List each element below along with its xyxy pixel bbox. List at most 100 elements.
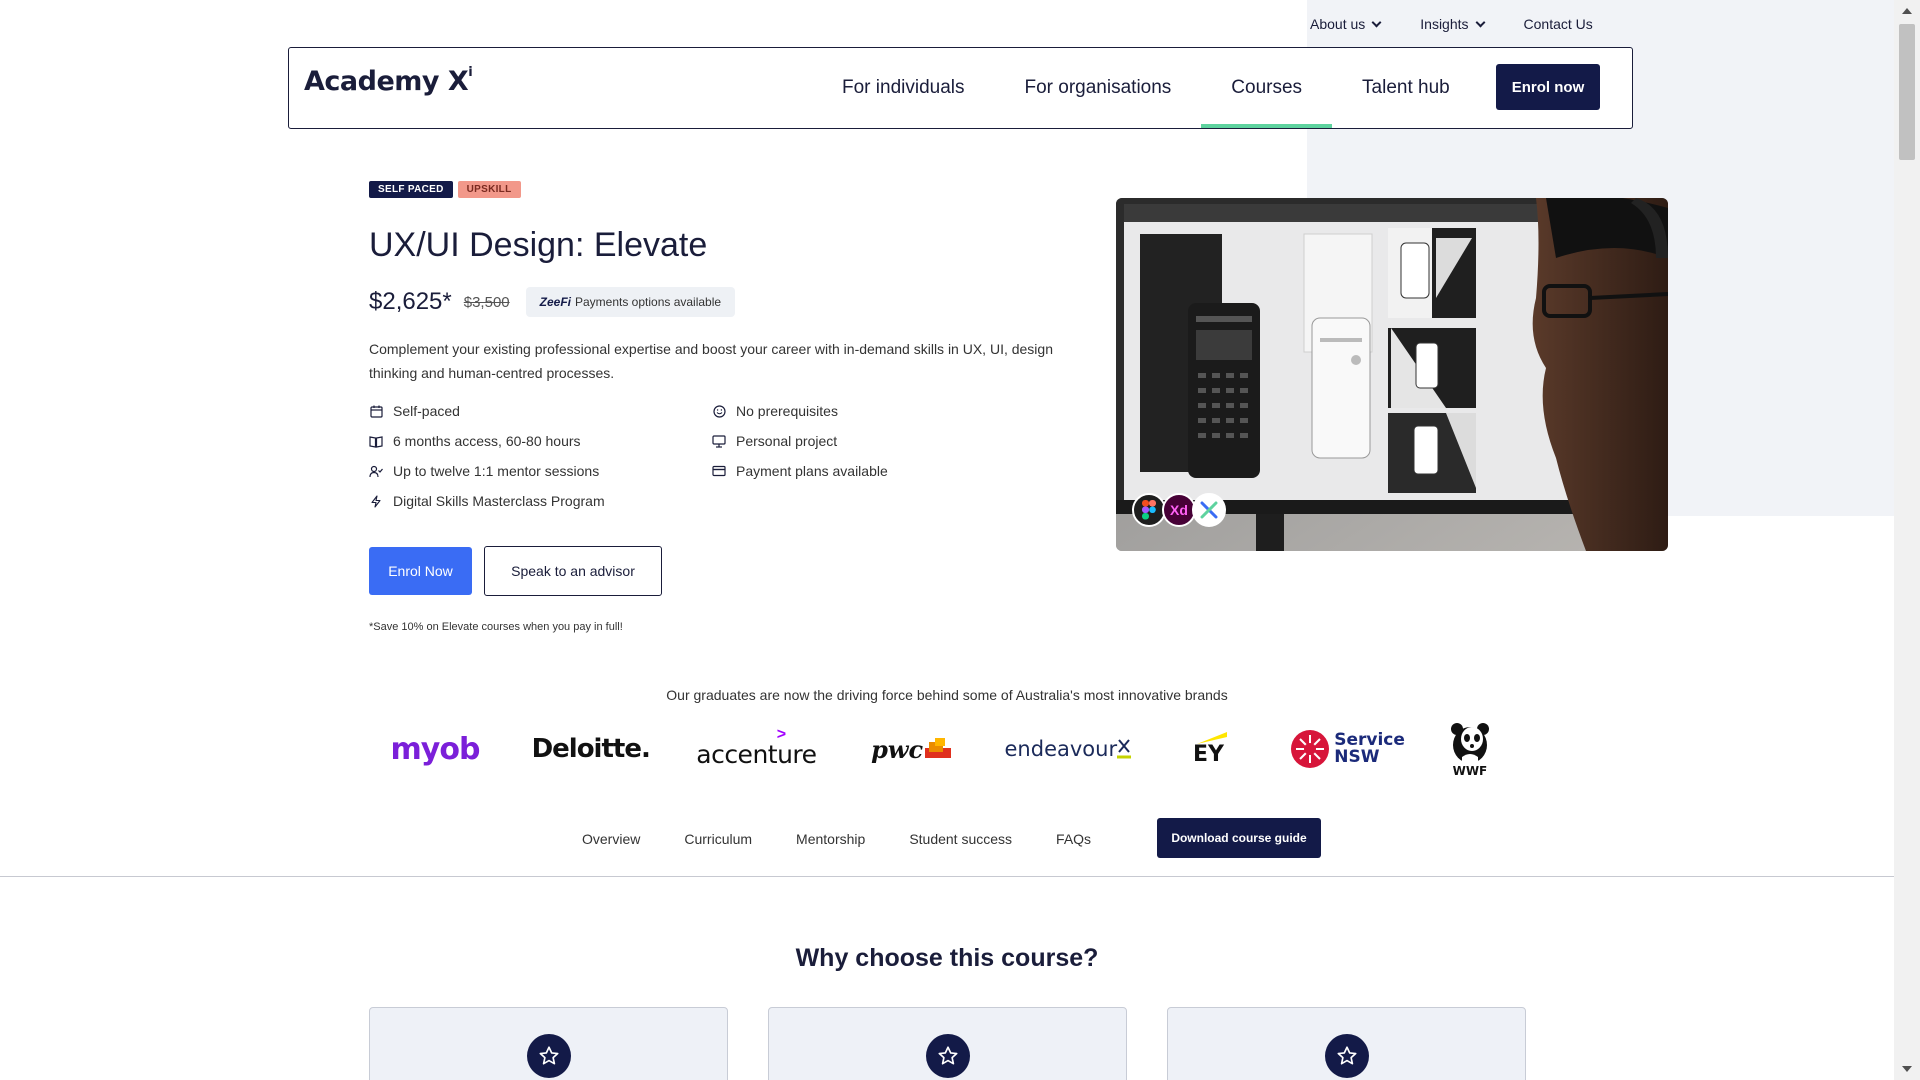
academy-x-logo[interactable]: Academy Xi <box>304 65 473 97</box>
pwc-logo: pwc <box>857 714 967 784</box>
myob-logo: myob <box>380 714 490 784</box>
book-icon <box>369 434 383 448</box>
course-description: Complement your existing professional ex… <box>369 341 1053 381</box>
tab-student-success[interactable]: Student success <box>887 817 1034 861</box>
service-nsw-logo: Service NSW <box>1284 714 1405 784</box>
logo-text: Academy X <box>304 66 469 97</box>
feature-item: Self-paced <box>369 401 712 421</box>
deloitte-logo: Deloitte. <box>526 714 656 784</box>
feature-text: Digital Skills Masterclass Program <box>393 493 605 509</box>
pwc-blocks-icon <box>925 738 952 758</box>
brand-logos: myob Deloitte. > accenture pwc endeavour… <box>380 714 1500 784</box>
badge-upskill: UPSKILL <box>457 181 521 198</box>
nav-for-individuals[interactable]: For individuals <box>812 48 995 128</box>
waratah-icon <box>1291 730 1330 768</box>
utility-nav-contact-label: Contact Us <box>1523 16 1593 32</box>
feature-item: 6 months access, 60-80 hours <box>369 431 712 451</box>
tab-faqs[interactable]: FAQs <box>1034 817 1113 861</box>
utility-nav-about[interactable]: About us <box>1310 12 1382 36</box>
utility-nav-about-label: About us <box>1310 16 1366 32</box>
why-cards <box>369 1007 1526 1080</box>
feature-text: Personal project <box>736 433 838 449</box>
brands-caption: Our graduates are now the driving force … <box>666 687 1228 703</box>
utility-nav-insights-label: Insights <box>1420 16 1469 32</box>
header-enrol-button[interactable]: Enrol now <box>1496 64 1600 110</box>
lightning-icon <box>369 494 383 508</box>
pwc-logo-text: pwc <box>871 734 924 764</box>
endeavour-logo-text: endeavour <box>1004 737 1118 761</box>
nav-talent-hub[interactable]: Talent hub <box>1332 48 1480 128</box>
tab-overview[interactable]: Overview <box>560 817 662 861</box>
why-choose-title: Why choose this course? <box>795 944 1099 972</box>
zeefi-logo: ZeeFi <box>539 295 571 309</box>
main-nav: For individuals For organisations Course… <box>812 48 1480 128</box>
calendar-icon <box>369 404 383 418</box>
feature-item: No prerequisites <box>712 401 1055 421</box>
tab-curriculum[interactable]: Curriculum <box>662 817 774 861</box>
smile-icon <box>712 404 726 418</box>
course-badges: SELF PACED UPSKILL <box>369 181 521 198</box>
page-scrollbar[interactable] <box>1894 0 1920 1080</box>
site-header: Academy Xi For individuals For organisat… <box>288 47 1633 129</box>
speak-to-advisor-button[interactable]: Speak to an advisor <box>484 546 662 596</box>
scroll-down-icon[interactable] <box>1902 1066 1912 1072</box>
accenture-arrow-icon: > <box>776 725 787 743</box>
credit-card-icon <box>712 464 726 478</box>
payment-options-text: Payments options available <box>574 295 722 309</box>
feature-text: 6 months access, 60-80 hours <box>393 433 581 449</box>
xd-icon: Xd <box>1162 493 1196 527</box>
figma-icon <box>1132 493 1166 527</box>
feature-item: Digital Skills Masterclass Program <box>369 491 712 511</box>
user-check-icon <box>369 464 383 478</box>
myob-logo-text: myob <box>390 731 481 767</box>
endeavour-x-icon <box>1117 739 1132 759</box>
feature-item: Personal project <box>712 431 1055 451</box>
course-section-tabs: Overview Curriculum Mentorship Student s… <box>0 817 1894 877</box>
utility-nav-contact[interactable]: Contact Us <box>1524 12 1593 36</box>
tool-icons: Xd <box>1132 493 1226 527</box>
feature-text: No prerequisites <box>736 403 838 419</box>
course-price: $2,625* <box>369 288 452 315</box>
feature-text: Self-paced <box>393 403 460 419</box>
chevron-down-icon <box>1475 17 1485 27</box>
service-nsw-logo-text: Service NSW <box>1334 730 1405 767</box>
badge-self-paced: SELF PACED <box>369 181 453 198</box>
chevron-down-icon <box>1371 17 1382 27</box>
academy-x-icon <box>1192 493 1226 527</box>
endeavour-logo: endeavour <box>1003 714 1133 784</box>
discount-footnote: *Save 10% on Elevate courses when you pa… <box>369 621 623 633</box>
tab-mentorship[interactable]: Mentorship <box>774 817 887 861</box>
why-card <box>1167 1007 1526 1080</box>
download-course-guide-button[interactable]: Download course guide <box>1157 818 1321 858</box>
feature-item: Up to twelve 1:1 mentor sessions <box>369 461 712 481</box>
price-row: $2,625* $3,500 ZeeFi Payments options av… <box>369 287 736 317</box>
course-hero-image: Xd <box>1116 198 1668 551</box>
star-icon <box>1325 1034 1369 1078</box>
utility-nav: About us Insights Contact Us <box>1310 12 1593 36</box>
feature-item: Payment plans available <box>712 461 1055 481</box>
why-card <box>768 1007 1127 1080</box>
monitor-icon <box>712 434 726 448</box>
logo-superscript: i <box>468 65 473 80</box>
course-features: Self-paced No prerequisites 6 months acc… <box>369 401 1055 511</box>
enrol-now-button[interactable]: Enrol Now <box>369 547 472 595</box>
deloitte-logo-text: Deloitte. <box>531 734 651 764</box>
wwf-logo: WWF <box>1440 714 1500 784</box>
feature-text: Payment plans available <box>736 463 888 479</box>
tab-list: Overview Curriculum Mentorship Student s… <box>560 817 1113 861</box>
ey-logo-text: EY <box>1193 742 1224 767</box>
accenture-logo-text: accenture <box>696 739 817 769</box>
ey-logo: EY <box>1169 714 1249 784</box>
nav-for-organisations[interactable]: For organisations <box>995 48 1202 128</box>
panda-icon <box>1450 723 1489 763</box>
scroll-up-icon[interactable] <box>1902 8 1912 14</box>
wwf-logo-text: WWF <box>1452 764 1488 778</box>
feature-text: Up to twelve 1:1 mentor sessions <box>393 463 600 479</box>
scrollbar-thumb[interactable] <box>1899 24 1915 160</box>
payment-options-badge[interactable]: ZeeFi Payments options available <box>525 287 736 317</box>
star-icon <box>926 1034 970 1078</box>
nav-courses[interactable]: Courses <box>1201 48 1332 128</box>
original-price: $3,500 <box>463 293 510 311</box>
utility-nav-insights[interactable]: Insights <box>1420 12 1485 36</box>
why-card <box>369 1007 728 1080</box>
